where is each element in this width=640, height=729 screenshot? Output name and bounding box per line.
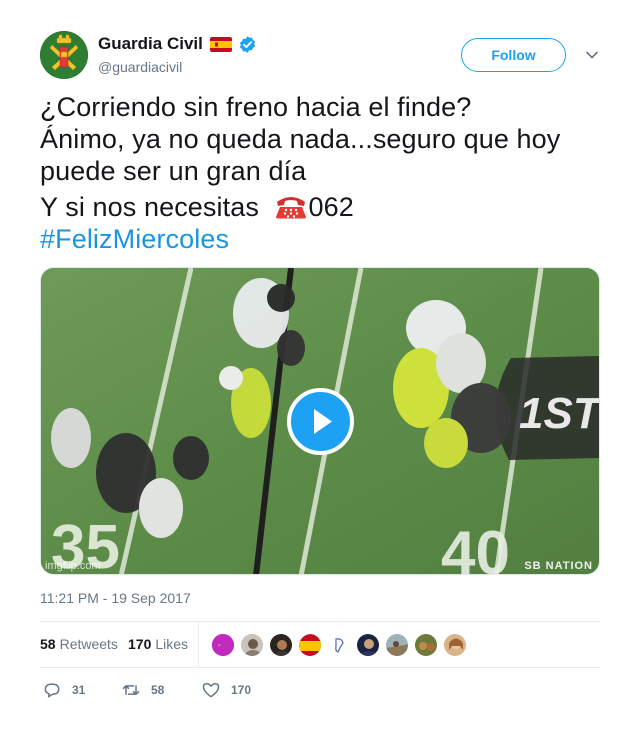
tweet-actions: 31 58 170: [40, 678, 600, 702]
chevron-down-icon[interactable]: [585, 48, 599, 62]
tweet-line-text: Y si nos necesitas: [40, 192, 267, 222]
hashtag-link[interactable]: #FelizMiercoles: [40, 223, 600, 255]
stats-divider: [198, 622, 199, 668]
author-display-name[interactable]: Guardia Civil: [98, 34, 203, 54]
liker-avatar[interactable]: [356, 633, 380, 657]
likes-label: Likes: [155, 636, 189, 652]
liker-avatar[interactable]: [327, 633, 351, 657]
tweet-line: Ánimo, ya no queda nada...seguro que hoy: [40, 124, 561, 154]
like-action[interactable]: 170: [201, 680, 251, 700]
tweet-header: Guardia Civil @guardiacivil Follow: [40, 31, 600, 81]
phone-number: 062: [308, 192, 354, 222]
liker-avatar[interactable]: ᵔ: [211, 633, 235, 657]
retweets-stat[interactable]: 58 Retweets: [40, 636, 118, 652]
likes-stat[interactable]: 170 Likes: [128, 636, 188, 652]
spain-flag-icon: [209, 36, 232, 52]
reply-action[interactable]: 31: [42, 680, 85, 700]
first-down-marker: 1ST: [519, 389, 600, 438]
liker-avatar[interactable]: [269, 633, 293, 657]
tweet-stats: 58 Retweets 170 Likes ᵔ: [40, 621, 600, 668]
follow-button[interactable]: Follow: [461, 38, 566, 72]
tweet-timestamp[interactable]: 11:21 PM - 19 Sep 2017: [40, 590, 191, 606]
liker-avatar[interactable]: [414, 633, 438, 657]
verified-badge-icon: [238, 35, 257, 54]
telephone-emoji: [274, 193, 308, 219]
liker-avatar[interactable]: [443, 633, 467, 657]
tweet-text: ¿Corriendo sin freno hacia el finde? Áni…: [40, 91, 600, 255]
sbnation-watermark: SB NATION: [524, 560, 593, 572]
retweet-action[interactable]: 58: [121, 680, 164, 700]
reply-count: 31: [72, 683, 86, 697]
imgflip-watermark: imgflip.com: [45, 560, 101, 572]
retweet-icon: [122, 685, 140, 695]
reply-icon: [44, 683, 60, 698]
tweet-media-gif[interactable]: 1ST 35 40 imgflip.com SB NATION: [40, 267, 600, 575]
tweet-line-with-emoji: Y si nos necesitas 062: [40, 191, 600, 223]
liker-avatar[interactable]: [240, 633, 264, 657]
liker-avatar[interactable]: [298, 633, 322, 657]
play-button[interactable]: [287, 388, 354, 455]
play-icon: [314, 409, 332, 434]
author-avatar[interactable]: [40, 31, 88, 79]
yard-number-right: 40: [441, 519, 510, 575]
heart-icon: [202, 683, 220, 698]
tweet-line: puede ser un gran día: [40, 156, 307, 186]
like-count: 170: [231, 683, 252, 697]
liker-avatar[interactable]: [385, 633, 409, 657]
author-names: Guardia Civil @guardiacivil: [98, 33, 257, 75]
svg-text:ᵔ: ᵔ: [218, 644, 221, 651]
retweet-count: 58: [151, 683, 165, 697]
likes-count: 170: [128, 636, 152, 652]
author-handle[interactable]: @guardiacivil: [98, 59, 257, 75]
retweets-label: Retweets: [59, 636, 118, 652]
tweet-line: ¿Corriendo sin freno hacia el finde?: [40, 92, 472, 122]
retweets-count: 58: [40, 636, 56, 652]
